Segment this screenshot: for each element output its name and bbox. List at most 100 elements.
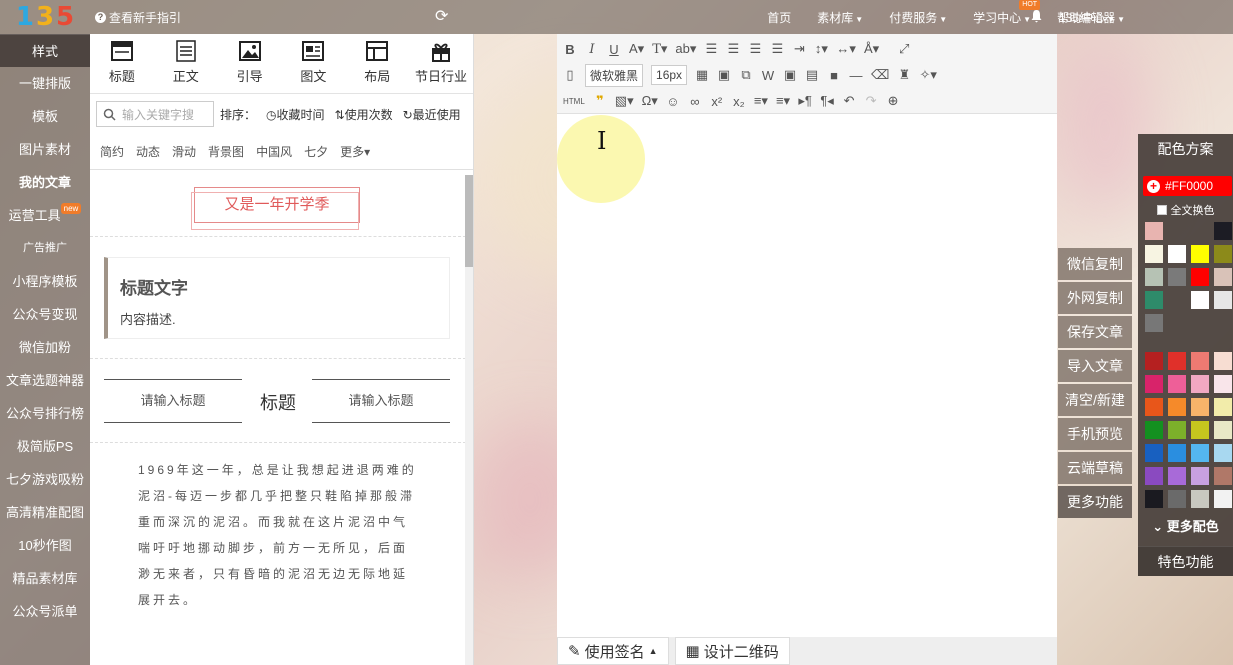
brush-icon[interactable]: ▧▾ [615, 93, 634, 109]
color-swatch[interactable] [1191, 268, 1209, 286]
align-center-icon[interactable]: ☰ [726, 41, 740, 57]
color-swatch[interactable] [1214, 398, 1232, 416]
color-swatch[interactable] [1168, 398, 1186, 416]
color-swatch[interactable] [1191, 490, 1209, 508]
color-swatch[interactable] [1145, 467, 1163, 485]
tag-animated[interactable]: 动态 [136, 143, 160, 160]
color-swatch[interactable] [1191, 245, 1209, 263]
image-icon[interactable]: ▣ [717, 67, 731, 83]
color-swatch[interactable] [1145, 421, 1163, 439]
category-title[interactable]: 标题 [90, 34, 154, 93]
word-import-icon[interactable]: W [761, 68, 775, 83]
color-swatch[interactable] [1191, 291, 1209, 309]
color-swatch[interactable] [1145, 291, 1163, 309]
sidebar-item-quick-design[interactable]: 10秒作图 [0, 529, 90, 562]
use-signature-button[interactable]: ✎ 使用签名 ▲ [557, 637, 669, 665]
more-functions-button[interactable]: 更多功能 [1058, 486, 1132, 518]
sidebar-item-hd-images[interactable]: 高清精准配图 [0, 496, 90, 529]
redo-icon[interactable]: ↷ [864, 93, 878, 109]
italic-icon[interactable]: I [585, 42, 599, 57]
sort-by-recent[interactable]: ↻最近使用 [403, 106, 461, 123]
editor-canvas[interactable]: I [557, 115, 1057, 635]
color-swatch[interactable] [1168, 352, 1186, 370]
color-swatch[interactable] [1214, 291, 1232, 309]
sidebar-item-ops-tools[interactable]: 运营工具 new [0, 199, 90, 232]
link-icon[interactable]: ∞ [688, 94, 702, 109]
font-color-icon[interactable]: A▾ [629, 41, 644, 57]
bell-icon[interactable] [1030, 9, 1043, 26]
color-swatch[interactable] [1214, 352, 1232, 370]
multi-image-icon[interactable]: ⧉ [739, 67, 753, 83]
style-sample[interactable]: 1969年这一年，总是让我想起进退两难的泥沼-每迈一步都几乎把整只鞋陷掉那般滞重… [90, 443, 466, 627]
color-swatch[interactable] [1168, 444, 1186, 462]
tag-chinese-style[interactable]: 中国风 [256, 143, 292, 160]
color-swatch[interactable] [1168, 375, 1186, 393]
style-sample[interactable]: 又是一年开学季 [90, 175, 466, 237]
sidebar-item-styles[interactable]: 样式 [0, 34, 90, 67]
color-swatch[interactable] [1214, 375, 1232, 393]
color-swatch[interactable] [1168, 421, 1186, 439]
color-swatch[interactable] [1145, 314, 1163, 332]
color-swatch[interactable] [1191, 398, 1209, 416]
color-swatch[interactable] [1214, 444, 1232, 462]
cloud-draft-button[interactable]: 云端草稿 [1058, 452, 1132, 484]
format-brush-icon[interactable]: ♜ [897, 67, 911, 83]
align-left-icon[interactable]: ☰ [704, 41, 718, 57]
tag-slide[interactable]: 滑动 [172, 143, 196, 160]
superscript-icon[interactable]: x² [710, 94, 724, 109]
gallery-icon[interactable]: ▤ [805, 67, 819, 83]
color-swatch[interactable] [1214, 421, 1232, 439]
color-swatch[interactable] [1168, 245, 1186, 263]
highlight-icon[interactable]: ab▾ [675, 41, 696, 57]
magic-wand-icon[interactable]: ✧▾ [919, 67, 936, 83]
mobile-preview-button[interactable]: 手机预览 [1058, 418, 1132, 450]
current-color-button[interactable]: + #FF0000 [1143, 176, 1232, 196]
sidebar-item-qixi-game[interactable]: 七夕游戏吸粉 [0, 463, 90, 496]
nav-materials[interactable]: 素材库 ▼ [804, 9, 876, 26]
subscript-icon[interactable]: x₂ [732, 94, 746, 109]
color-swatch[interactable] [1145, 398, 1163, 416]
find-replace-icon[interactable]: ⊕ [886, 93, 900, 109]
color-swatch[interactable] [1214, 467, 1232, 485]
checkbox[interactable] [1156, 205, 1167, 215]
sidebar-item-image-materials[interactable]: 图片素材 [0, 133, 90, 166]
logo[interactable]: 1 3 5 [0, 0, 90, 34]
clear-new-button[interactable]: 清空/新建 [1058, 384, 1132, 416]
quote-icon[interactable]: ❞ [593, 93, 607, 109]
sidebar-item-my-articles[interactable]: 我的文章 [0, 166, 90, 199]
category-holiday[interactable]: 节日行业 [409, 34, 473, 93]
line-height-icon[interactable]: ↕▾ [814, 41, 828, 57]
color-swatch[interactable] [1191, 421, 1209, 439]
category-image-text[interactable]: 图文 [281, 34, 345, 93]
refresh-icon[interactable]: ⟳ [435, 6, 448, 26]
tag-qixi[interactable]: 七夕 [304, 143, 328, 160]
undo-icon[interactable]: ↶ [842, 93, 856, 109]
indent-icon[interactable]: ⇥ [792, 41, 806, 57]
color-swatch[interactable] [1191, 352, 1209, 370]
tag-more[interactable]: 更多▾ [340, 143, 370, 160]
eraser-icon[interactable]: ⌫ [871, 67, 889, 83]
sidebar-item-ads[interactable]: 广告推广 [0, 232, 90, 265]
nav-home[interactable]: 首页 [754, 9, 804, 26]
style-sample[interactable]: 标题文字 内容描述. [90, 237, 466, 359]
special-functions-button[interactable]: 特色功能 [1138, 546, 1233, 576]
ordered-list-icon[interactable]: ≡▾ [754, 93, 768, 109]
wechat-copy-button[interactable]: 微信复制 [1058, 248, 1132, 280]
category-guide[interactable]: 引导 [218, 34, 282, 93]
sidebar-item-templates[interactable]: 模板 [0, 100, 90, 133]
color-swatch[interactable] [1168, 268, 1186, 286]
font-size-select[interactable]: 16px [651, 65, 688, 85]
sidebar-item-simple-ps[interactable]: 极简版PS [0, 430, 90, 463]
sidebar-item-one-click-layout[interactable]: 一键排版 [0, 67, 90, 100]
divider-icon[interactable]: — [849, 68, 863, 83]
sort-by-favorite-time[interactable]: ◷收藏时间 [266, 106, 325, 123]
font-size-adjust-icon[interactable]: Å▾ [864, 41, 879, 57]
import-article-button[interactable]: 导入文章 [1058, 350, 1132, 382]
guide-link[interactable]: ? 查看新手指引 [95, 9, 181, 26]
color-swatch[interactable] [1145, 245, 1163, 263]
html-icon[interactable]: HTML [563, 97, 585, 106]
sidebar-item-rankings[interactable]: 公众号排行榜 [0, 397, 90, 430]
color-swatch[interactable] [1191, 375, 1209, 393]
nav-paid-services[interactable]: 付费服务 ▼ [876, 9, 960, 26]
color-swatch[interactable] [1214, 245, 1232, 263]
